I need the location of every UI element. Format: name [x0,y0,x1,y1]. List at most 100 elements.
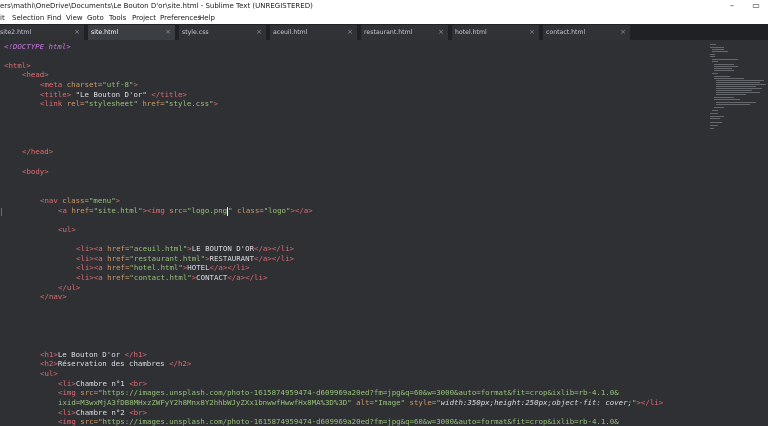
minimap-line [714,107,724,108]
minimap-line [714,70,734,71]
close-icon[interactable]: × [347,25,353,40]
code-tag-token: <br> [129,379,148,388]
code-tag-token: <ul> [40,369,58,378]
code-tag-token: <img [58,417,76,426]
code-view[interactable]: <!DOCTYPE html> <html> <head> <meta char… [4,40,704,426]
tab-restaurant[interactable]: restaurant.html × [361,25,449,40]
maximize-icon[interactable]: ▭ [746,0,766,12]
menu-project[interactable]: Project [132,12,156,24]
code-attribute-token: href= [102,254,130,263]
menu-tools[interactable]: Tools [109,12,126,24]
modified-line-marker [1,208,2,216]
code-tag-token: <img [147,206,165,215]
code-tag-token: </a> [254,244,272,253]
tab-label: hotel.html [455,29,487,36]
tab-label: style.css [182,29,209,36]
minimap-line [712,49,724,50]
minimap-line [716,84,766,85]
minimap-line [716,102,756,103]
code-string-token: "aceuil.html" [129,244,188,253]
code-tag-token: </a> [227,273,246,282]
minimap-line [716,104,750,105]
code-tag-token: <img [58,388,76,397]
code-string-token: "contact.html" [129,273,192,282]
code-text-token: CONTACT [196,273,228,282]
minimap-line [714,68,732,69]
menu-edit[interactable]: it [0,12,5,24]
code-string-token: "menu" [88,196,116,205]
code-line: </head> [22,147,53,157]
minimap-line [710,54,715,55]
minimap-line [712,51,728,52]
code-line: <ul> [58,225,76,235]
code-tag-token: > [115,196,121,205]
code-tag-token: <li> [58,379,76,388]
close-icon[interactable]: × [529,25,535,40]
code-line: <nav class="menu"> [40,196,120,206]
code-line: <img src="https://images.unsplash.com/ph… [58,417,619,426]
close-icon[interactable]: × [165,25,171,40]
minimap-line [714,78,744,79]
menu-find[interactable]: Find [47,12,61,24]
menu-goto[interactable]: Goto [87,12,104,24]
code-text-token: width:350px;height:250px;object-fit: cov… [440,398,633,407]
tab-aceuil[interactable]: aceuil.html × [270,25,358,40]
tab-label: site.html [91,29,119,36]
code-attribute-token: alt= [351,398,374,407]
minimize-icon[interactable]: – [722,0,742,12]
code-tag-token: <a [58,206,67,215]
code-line: ixid=M3wxMjA3fDB8MHxzZWFyY2h8Mnx8Y2hhbWJ… [58,398,663,408]
code-tag-token: > [133,80,138,89]
code-tag-token: <meta [40,80,63,89]
minimap-line [710,125,718,126]
minimap-line [714,64,734,65]
code-line: <head> [22,70,49,80]
code-attribute-token: src= [75,388,99,397]
minimap-line [716,94,746,95]
minimap-line [710,56,715,57]
code-text-token: LE BOUTON D'OR [191,244,255,253]
close-icon[interactable]: × [74,25,80,40]
menu-selection[interactable]: Selection [12,12,44,24]
code-line: <li><a href="aceuil.html">LE BOUTON D'OR… [76,244,294,254]
minimap-line [710,113,718,114]
code-string-token: "https://images.unsplash.com/photo-16158… [98,417,619,426]
code-line: <ul> [40,369,58,379]
code-attribute-token: rel= [62,99,85,108]
menu-preferences[interactable]: Preferences [160,12,201,24]
code-attribute-token: href= [137,99,165,108]
minimap-line [710,116,724,117]
code-tag-token: > [213,99,219,108]
code-attribute-token: class= [232,206,264,215]
tab-label: restaurant.html [364,29,413,36]
tab-style[interactable]: style.css × [179,25,267,40]
tab-site[interactable]: site.html × [88,25,176,40]
code-tag-token: <a [93,244,103,253]
code-text-token: "Le Bouton D'or" [71,90,152,99]
code-tag-token: <h1> [40,350,58,359]
minimap[interactable] [704,40,768,160]
minimap-line [710,118,720,119]
code-string-token: "logo.png [187,206,228,215]
menu-view[interactable]: View [66,12,83,24]
code-string-token: "utf-8" [102,80,134,89]
code-tag-token: </li> [271,254,295,263]
tab-site2[interactable]: site2.html × [0,25,85,40]
close-icon[interactable]: × [256,25,262,40]
code-tag-token: <li> [76,244,94,253]
code-tag-token: </h2> [169,359,192,368]
tab-hotel[interactable]: hotel.html × [452,25,540,40]
code-line: <!DOCTYPE html> [4,42,71,52]
code-tag-token: <body> [22,167,49,176]
code-attribute-token: style= [405,398,437,407]
tab-label: aceuil.html [273,29,308,36]
code-tag-token: <li> [76,263,94,272]
editor-area[interactable]: <!DOCTYPE html> <html> <head> <meta char… [0,40,768,426]
close-icon[interactable]: × [438,25,444,40]
tab-contact[interactable]: contact.html × [543,25,631,40]
code-tag-token: </li> [227,263,250,272]
close-icon[interactable]: × [620,25,626,40]
menu-help[interactable]: Help [199,12,215,24]
code-string-token: "site.html" [93,206,143,215]
minimap-line [712,110,718,111]
